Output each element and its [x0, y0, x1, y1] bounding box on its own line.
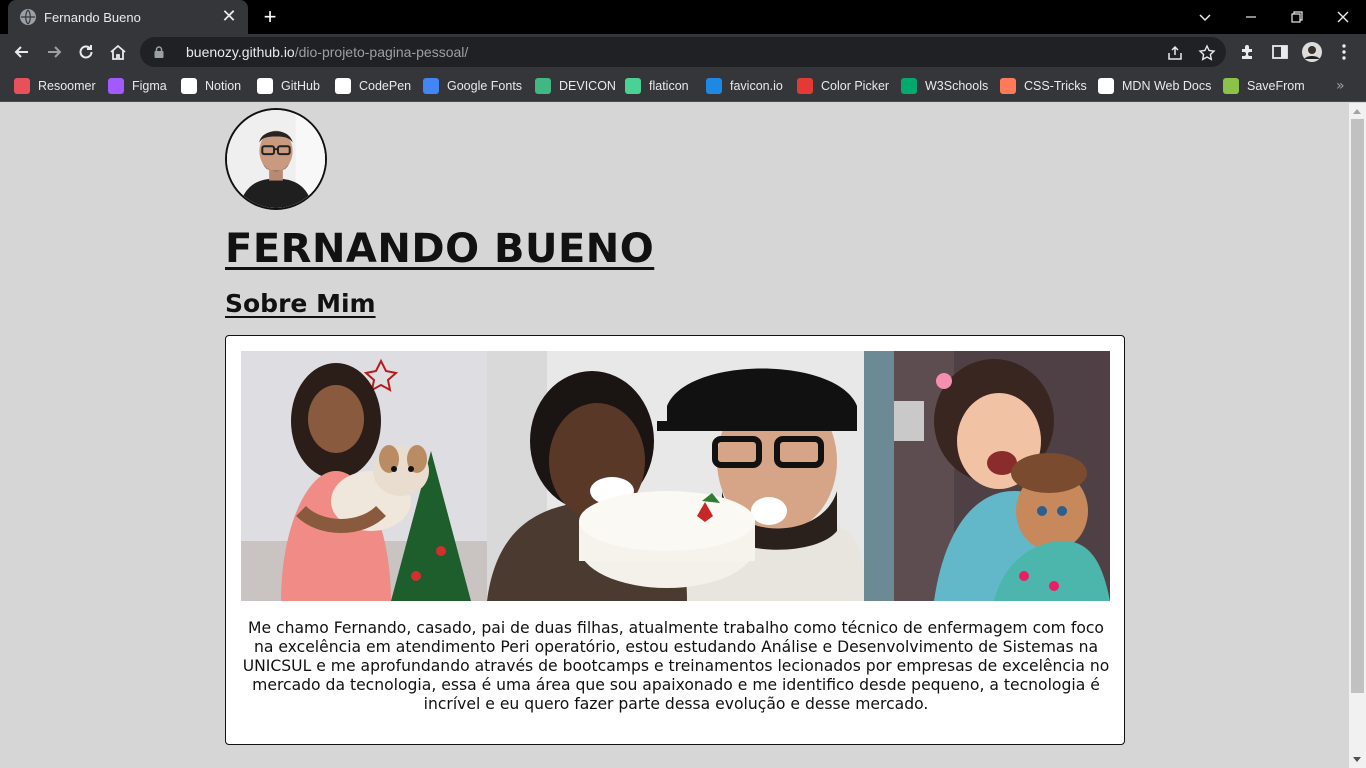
- browser-toolbar: buenozy.github.io/dio-projeto-pagina-pes…: [0, 34, 1366, 70]
- bookmarks-bar: Resoomer Figma Notion GitHub CodePen Goo…: [0, 70, 1366, 102]
- bookmark-item[interactable]: DEVICON: [535, 76, 616, 96]
- bookmark-item[interactable]: SaveFrom: [1223, 76, 1305, 96]
- home-button[interactable]: [104, 38, 132, 66]
- bookmark-item[interactable]: Figma: [108, 76, 167, 96]
- more-bookmarks-icon[interactable]: »: [1336, 78, 1345, 94]
- url-text: buenozy.github.io/dio-projeto-pagina-pes…: [186, 44, 468, 60]
- arrow-left-icon: [14, 46, 28, 58]
- minimize-icon: [1246, 16, 1256, 18]
- family-photo-couple-cake: [487, 351, 864, 601]
- bookmark-item[interactable]: W3Schools: [901, 76, 988, 96]
- css-tricks-icon: [1000, 78, 1016, 94]
- bookmark-item[interactable]: favicon.io: [706, 76, 783, 96]
- bookmark-item[interactable]: GitHub: [257, 76, 320, 96]
- google-fonts-icon: [423, 78, 439, 94]
- back-button[interactable]: [8, 38, 36, 66]
- close-tab-icon[interactable]: ✕: [220, 8, 238, 26]
- reload-icon: [79, 45, 93, 59]
- family-photo-daughter-doll: [864, 351, 1110, 601]
- home-icon: [110, 44, 126, 60]
- figma-icon: [108, 78, 124, 94]
- share-icon[interactable]: [1166, 44, 1184, 62]
- about-paragraph: Me chamo Fernando, casado, pai de duas f…: [242, 619, 1110, 713]
- bookmark-item[interactable]: flaticon: [625, 76, 689, 96]
- lock-icon: [154, 46, 164, 58]
- bookmark-item[interactable]: CSS-Tricks: [1000, 76, 1087, 96]
- about-card: Me chamo Fernando, casado, pai de duas f…: [225, 335, 1125, 745]
- bookmark-item[interactable]: CodePen: [335, 76, 411, 96]
- side-panel-button[interactable]: [1266, 38, 1294, 66]
- page-scrollbar[interactable]: [1349, 103, 1366, 768]
- url-path: /dio-projeto-pagina-pessoal/: [294, 44, 469, 60]
- profile-photo: [225, 108, 327, 210]
- bookmark-star-icon[interactable]: [1198, 44, 1216, 62]
- page-title: FERNANDO BUENO: [225, 226, 655, 272]
- forward-button[interactable]: [40, 38, 68, 66]
- more-vertical-icon: [1342, 44, 1346, 60]
- mdn-icon: [1098, 78, 1114, 94]
- menu-button[interactable]: [1330, 38, 1358, 66]
- bookmark-item[interactable]: Color Picker: [797, 76, 889, 96]
- tab-search-button[interactable]: [1182, 0, 1228, 34]
- section-heading: Sobre Mim: [225, 289, 376, 318]
- bookmark-item[interactable]: Google Fonts: [423, 76, 522, 96]
- puzzle-icon: [1242, 45, 1252, 59]
- close-icon: [1337, 11, 1349, 23]
- devicon-icon: [535, 78, 551, 94]
- bookmark-item[interactable]: Resoomer: [14, 76, 96, 96]
- bookmark-item[interactable]: MDN Web Docs: [1098, 76, 1211, 96]
- profile-photo-image: [227, 110, 325, 208]
- restore-button[interactable]: [1274, 0, 1320, 34]
- side-panel-icon: [1272, 45, 1288, 59]
- codepen-icon: [335, 78, 351, 94]
- w3schools-icon: [901, 78, 917, 94]
- browser-tab[interactable]: Fernando Bueno ✕: [8, 0, 248, 34]
- extensions-button[interactable]: [1234, 38, 1262, 66]
- chevron-down-icon: [1199, 14, 1211, 22]
- github-icon: [257, 78, 273, 94]
- bookmark-item[interactable]: Notion: [181, 76, 241, 96]
- scroll-down-icon[interactable]: [1353, 757, 1361, 762]
- url-host: buenozy.github.io: [186, 44, 295, 60]
- family-photo-daughter-dog: [241, 351, 487, 601]
- page-viewport: FERNANDO BUENO Sobre Mim Me chamo Fernan…: [0, 103, 1349, 768]
- arrow-right-icon: [48, 46, 62, 58]
- flaticon-icon: [625, 78, 641, 94]
- notion-icon: [181, 78, 197, 94]
- tab-title: Fernando Bueno: [44, 9, 141, 25]
- faviconio-icon: [706, 78, 722, 94]
- close-window-button[interactable]: [1320, 0, 1366, 34]
- color-picker-icon: [797, 78, 813, 94]
- profile-button[interactable]: [1298, 38, 1326, 66]
- minimize-button[interactable]: [1228, 0, 1274, 34]
- address-bar[interactable]: buenozy.github.io/dio-projeto-pagina-pes…: [140, 37, 1226, 67]
- scrollbar-thumb[interactable]: [1351, 119, 1364, 693]
- tab-strip: Fernando Bueno ✕ +: [0, 0, 1366, 34]
- scroll-up-icon[interactable]: [1353, 109, 1361, 114]
- new-tab-button[interactable]: +: [258, 5, 282, 29]
- savefrom-icon: [1223, 78, 1239, 94]
- reload-button[interactable]: [72, 38, 100, 66]
- resoomer-icon: [14, 78, 30, 94]
- restore-icon: [1291, 11, 1303, 23]
- profile-avatar-icon: [1302, 42, 1322, 62]
- globe-icon: [20, 9, 36, 25]
